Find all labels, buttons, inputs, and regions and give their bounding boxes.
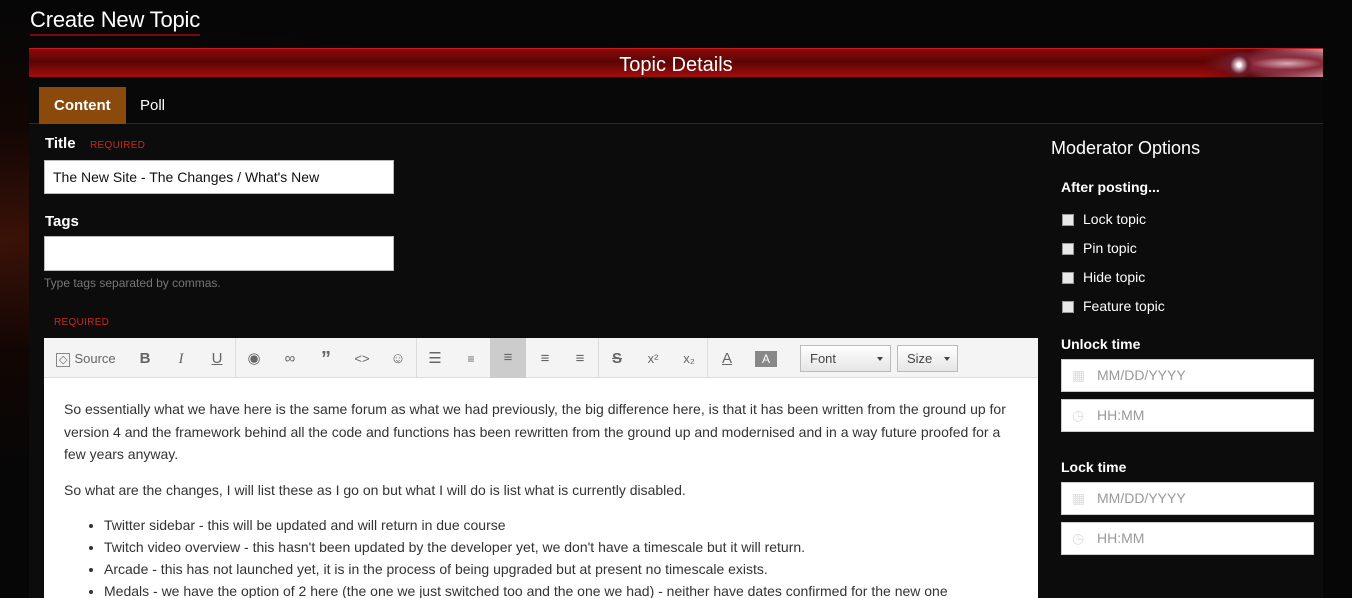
superscript-icon[interactable]: x²	[639, 346, 667, 372]
source-button[interactable]: ◇ Source	[50, 346, 120, 372]
hide-topic-checkbox[interactable]	[1062, 272, 1074, 284]
lock-date-input[interactable]: ▦ MM/DD/YYYY	[1061, 482, 1314, 515]
title-required: REQUIRED	[90, 140, 146, 151]
unlock-time-placeholder: HH:MM	[1097, 407, 1145, 423]
unlock-time-input[interactable]: ◷ HH:MM	[1061, 399, 1314, 432]
text-color-icon[interactable]: A	[713, 346, 741, 372]
tab-bar: Content Poll	[29, 77, 1323, 124]
lock-topic-checkbox[interactable]	[1062, 214, 1074, 226]
numbered-list-icon[interactable]: ≡	[457, 346, 485, 372]
topic-panel: Topic Details Content Poll Title REQUIRE…	[29, 48, 1323, 598]
feature-topic-checkbox[interactable]	[1062, 301, 1074, 313]
tab-content[interactable]: Content	[39, 87, 126, 124]
lock-topic-label: Lock topic	[1083, 211, 1147, 227]
align-right-icon[interactable]: ≡	[566, 346, 594, 372]
list-item: Twitch video overview - this hasn't been…	[104, 536, 1018, 558]
size-select-label: Size	[907, 351, 933, 366]
list-item: Twitter sidebar - this will be updated a…	[104, 514, 1018, 536]
tags-hint: Type tags separated by commas.	[44, 276, 221, 290]
size-select[interactable]: Size	[897, 345, 958, 372]
clock-icon: ◷	[1072, 407, 1085, 423]
feature-topic-label: Feature topic	[1083, 298, 1165, 314]
quote-icon[interactable]: ”	[312, 346, 340, 372]
editor-required: REQUIRED	[54, 317, 110, 328]
panel-title: Topic Details	[619, 54, 733, 76]
emoji-icon[interactable]: ☺	[384, 346, 412, 372]
tags-input[interactable]	[44, 236, 394, 271]
moderator-options-title: Moderator Options	[1051, 138, 1201, 158]
lock-date-placeholder: MM/DD/YYYY	[1097, 490, 1186, 506]
align-left-icon[interactable]: ≡	[490, 338, 526, 378]
source-icon: ◇	[56, 353, 71, 367]
lock-time-input[interactable]: ◷ HH:MM	[1061, 522, 1314, 555]
hide-topic-label: Hide topic	[1083, 269, 1146, 285]
italic-icon[interactable]: I	[167, 346, 195, 372]
lock-time-label: Lock time	[1061, 459, 1127, 475]
unlock-date-placeholder: MM/DD/YYYY	[1097, 367, 1186, 383]
calendar-icon: ▦	[1072, 367, 1086, 383]
align-center-icon[interactable]: ≡	[531, 346, 559, 372]
after-posting-label: After posting...	[1061, 179, 1160, 195]
editor-content[interactable]: So essentially what we have here is the …	[44, 378, 1038, 598]
bullet-list: Twitter sidebar - this will be updated a…	[104, 514, 1018, 598]
paragraph: So essentially what we have here is the …	[64, 401, 1006, 462]
background-color-icon[interactable]: A	[755, 351, 777, 367]
rich-text-editor[interactable]: ◇ Source B I U ◉ ∞ ” <> ☺ ☰ ≡ ≡ ≡ ≡ S x² …	[44, 338, 1038, 598]
lock-time-placeholder: HH:MM	[1097, 530, 1145, 546]
link-icon[interactable]: ∞	[276, 346, 304, 372]
paragraph: So what are the changes, I will list the…	[64, 481, 686, 498]
title-label: Title	[45, 135, 76, 152]
tab-poll[interactable]: Poll	[125, 87, 180, 124]
list-item: Medals - we have the option of 2 here (t…	[104, 580, 1018, 598]
source-label: Source	[74, 351, 116, 366]
underline-icon[interactable]: U	[203, 346, 231, 372]
title-input[interactable]: The New Site - The Changes / What's New	[44, 160, 394, 194]
list-item: Arcade - this has not launched yet, it i…	[104, 558, 1018, 580]
strikethrough-icon[interactable]: S	[603, 346, 631, 372]
editor-toolbar: ◇ Source B I U ◉ ∞ ” <> ☺ ☰ ≡ ≡ ≡ ≡ S x² …	[44, 338, 1038, 378]
font-select-label: Font	[810, 351, 837, 366]
font-select[interactable]: Font	[800, 345, 891, 372]
chevron-down-icon	[944, 357, 950, 364]
preview-icon[interactable]: ◉	[240, 346, 268, 372]
tags-label: Tags	[45, 213, 79, 230]
pin-topic-checkbox[interactable]	[1062, 243, 1074, 255]
bulleted-list-icon[interactable]: ☰	[421, 346, 449, 372]
clock-icon: ◷	[1072, 530, 1085, 546]
unlock-time-label: Unlock time	[1061, 336, 1141, 352]
chevron-down-icon	[877, 357, 883, 364]
panel-header: Topic Details	[29, 48, 1323, 77]
subscript-icon[interactable]: x₂	[675, 346, 703, 372]
unlock-date-input[interactable]: ▦ MM/DD/YYYY	[1061, 359, 1314, 392]
bold-icon[interactable]: B	[131, 346, 159, 372]
page-title: Create New Topic	[30, 7, 200, 36]
code-icon[interactable]: <>	[348, 346, 376, 372]
calendar-icon: ▦	[1072, 490, 1086, 506]
pin-topic-label: Pin topic	[1083, 240, 1137, 256]
